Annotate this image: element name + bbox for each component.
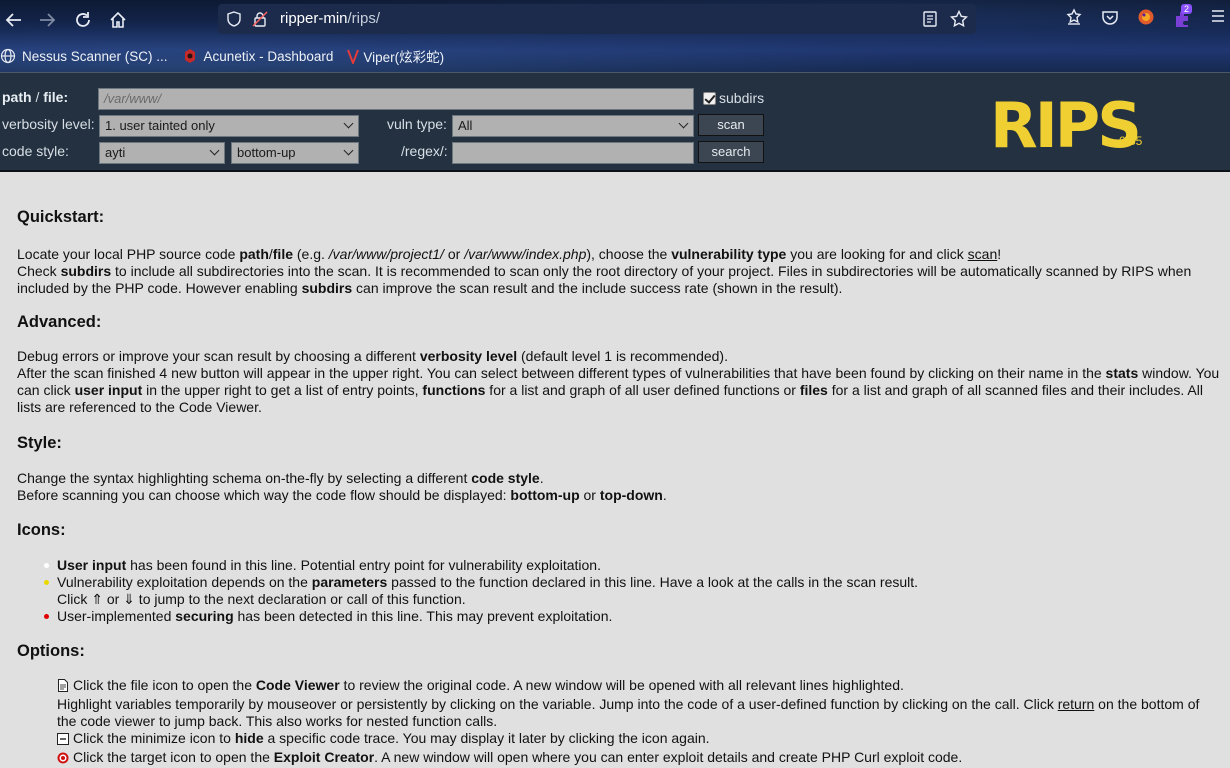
- url-text[interactable]: ripper-min/rips/: [280, 10, 380, 27]
- subdirs-checkbox[interactable]: [703, 92, 716, 105]
- file-icon: [57, 679, 69, 696]
- return-link[interactable]: return: [1058, 696, 1095, 712]
- code-flow-select[interactable]: bottom-up: [231, 142, 359, 164]
- extensions-puzzle-icon[interactable]: 2: [1173, 4, 1193, 33]
- icons-section: Icons: User input has been found in this…: [17, 522, 1222, 625]
- regex-input[interactable]: [452, 142, 694, 164]
- path-file-label: path / file:: [2, 89, 69, 105]
- reader-view-icon[interactable]: [922, 11, 938, 32]
- list-item: Click the file icon to open the Code Vie…: [57, 677, 1200, 729]
- advanced-heading: Advanced:: [17, 313, 102, 331]
- list-item: Vulnerability exploitation depends on th…: [44, 574, 1222, 608]
- options-heading: Options:: [17, 642, 85, 660]
- verbosity-selected: 1. user tainted only: [105, 118, 215, 133]
- scan-button[interactable]: scan: [698, 114, 764, 136]
- path-input[interactable]: /var/www/: [98, 88, 694, 110]
- regex-label: /regex/:: [401, 143, 448, 159]
- list-item: User input has been found in this line. …: [44, 557, 1222, 574]
- scan-link[interactable]: scan: [968, 246, 998, 262]
- menu-icon[interactable]: [1210, 8, 1226, 29]
- list-item: Click the minimize icon to hide a specif…: [57, 730, 1222, 749]
- insecure-lock-icon[interactable]: [252, 11, 268, 32]
- acunetix-icon: [182, 48, 198, 64]
- quickstart-section: Quickstart: Locate your local PHP source…: [17, 209, 1222, 297]
- verbosity-select[interactable]: 1. user tainted only: [99, 115, 359, 137]
- vuln-type-select[interactable]: All: [452, 115, 694, 137]
- function-param-dot-icon: [44, 580, 49, 585]
- vuln-type-label: vuln type:: [387, 116, 447, 132]
- bookmark-label: Acunetix - Dashboard: [203, 48, 334, 64]
- code-style-label: code style:: [2, 143, 69, 159]
- bookmark-star-icon[interactable]: [949, 9, 969, 33]
- bookmark-acunetix[interactable]: Acunetix - Dashboard: [182, 44, 334, 68]
- code-style-selected: ayti: [105, 145, 126, 160]
- home-icon[interactable]: [106, 8, 130, 32]
- list-item: User-implemented securing has been detec…: [44, 608, 1222, 625]
- minimize-icon: [57, 732, 69, 749]
- browser-toolbar: ripper-min/rips/ 2 Nessus Scanner (SC) .…: [0, 0, 1230, 72]
- code-flow-selected: bottom-up: [237, 145, 296, 160]
- bookmark-nessus[interactable]: Nessus Scanner (SC) ...: [0, 44, 168, 68]
- globe-icon: [0, 48, 16, 64]
- bookmark-label: Viper(炫彩蛇): [363, 50, 445, 65]
- user-input-dot-icon: [44, 563, 49, 568]
- viper-icon: [347, 48, 360, 66]
- subdirs-label: subdirs: [719, 90, 765, 106]
- securing-dot-icon: [44, 614, 49, 619]
- list-item: Click the target icon to open the Exploi…: [57, 749, 1222, 768]
- advanced-text: Debug errors or improve your scan result…: [17, 348, 1220, 415]
- forward-icon[interactable]: [35, 8, 59, 32]
- extension-badge: 2: [1181, 4, 1193, 14]
- back-icon[interactable]: [2, 8, 26, 32]
- rips-version: 0.55: [1119, 134, 1143, 148]
- pocket-save-icon[interactable]: [1065, 8, 1083, 31]
- vuln-type-selected: All: [458, 118, 473, 133]
- shield-icon[interactable]: [226, 11, 242, 32]
- bookmark-label: Nessus Scanner (SC) ...: [22, 48, 168, 64]
- bookmark-viper[interactable]: Viper(炫彩蛇): [347, 44, 444, 68]
- url-bar[interactable]: ripper-min/rips/: [218, 4, 976, 34]
- style-section: Style: Change the syntax highlighting sc…: [17, 435, 1222, 504]
- quickstart-text: Locate your local PHP source code path/f…: [17, 246, 1192, 296]
- firefox-extension-icon[interactable]: [1137, 8, 1155, 31]
- quickstart-heading: Quickstart:: [17, 208, 105, 226]
- target-icon: [57, 751, 69, 768]
- rips-scan-panel: path / file: /var/www/ subdirs verbosity…: [0, 72, 1230, 172]
- reload-icon[interactable]: [71, 8, 95, 32]
- bookmarks-bar: Nessus Scanner (SC) ... Acunetix - Dashb…: [0, 44, 458, 68]
- style-text: Change the syntax highlighting schema on…: [17, 470, 667, 503]
- code-style-select[interactable]: ayti: [99, 142, 225, 164]
- style-heading: Style:: [17, 434, 62, 452]
- pocket-icon[interactable]: [1101, 8, 1119, 31]
- search-button[interactable]: search: [698, 141, 764, 163]
- icons-heading: Icons:: [17, 521, 66, 539]
- advanced-section: Advanced: Debug errors or improve your s…: [17, 314, 1222, 416]
- verbosity-label: verbosity level:: [2, 116, 95, 132]
- options-list: Click the file icon to open the Code Vie…: [17, 677, 1222, 768]
- rips-logo: RIPS: [990, 89, 1142, 162]
- options-section: Options: Click the file icon to open the…: [17, 643, 1222, 768]
- icons-list: User input has been found in this line. …: [17, 557, 1222, 625]
